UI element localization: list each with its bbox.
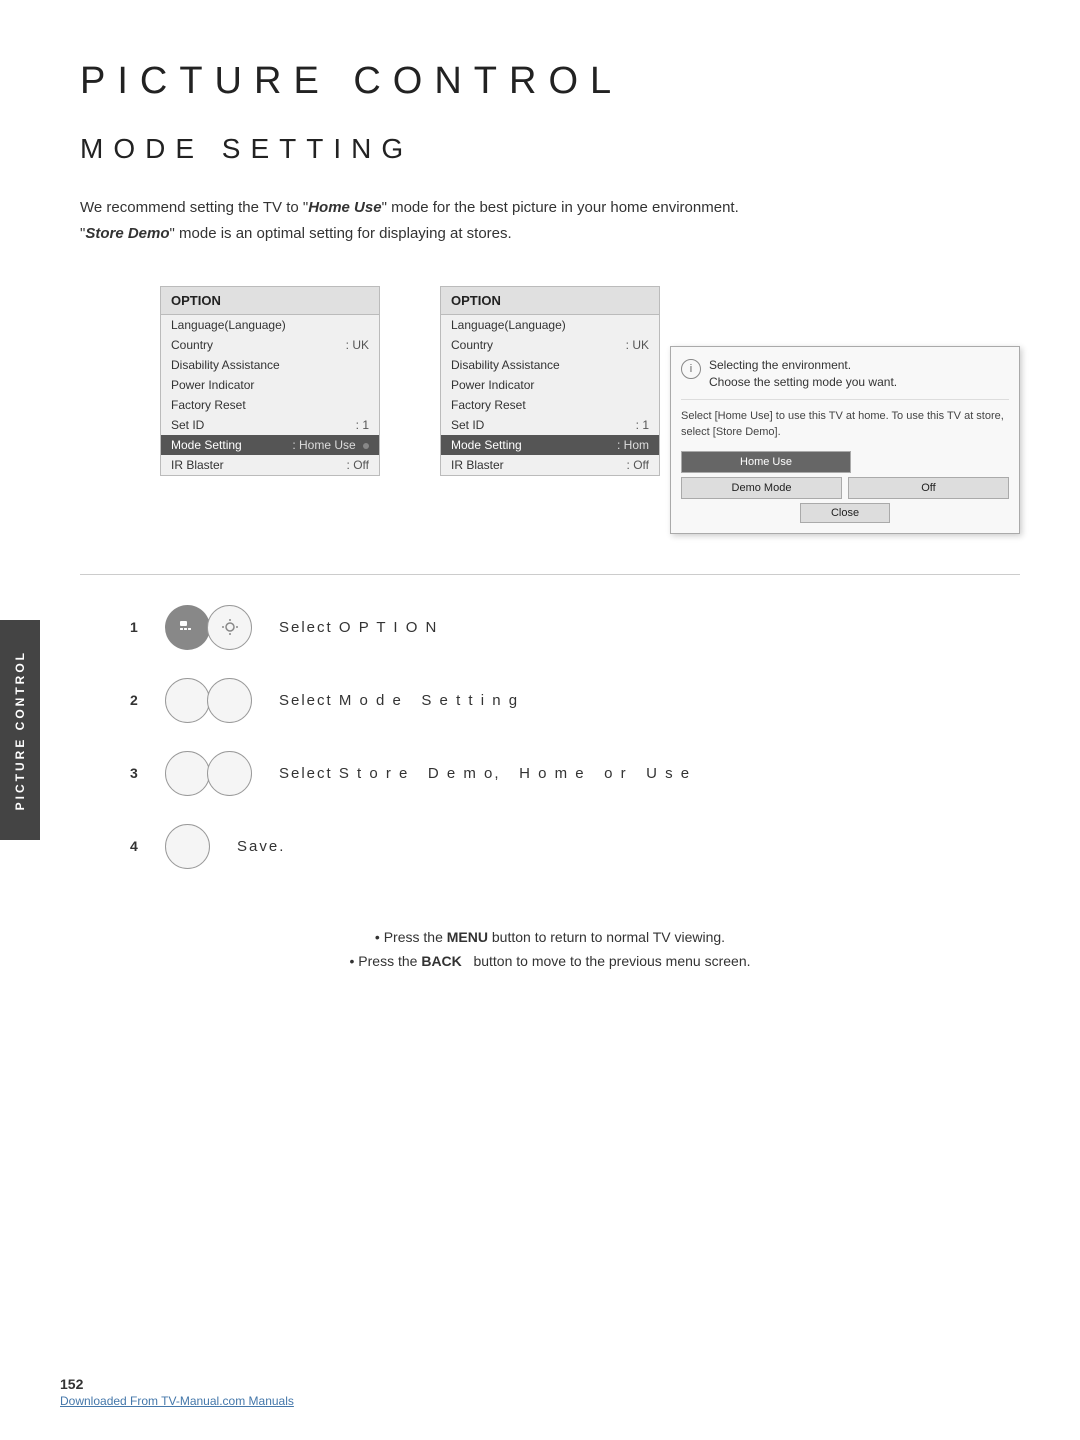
step-3-text: Select S t o r e D e m o, H o m e o r U …	[279, 765, 691, 782]
step-2-text: Select M o d e S e t t i n g	[279, 692, 519, 709]
step-3-number: 3	[130, 765, 145, 781]
step-1-text: Select O P T I O N	[279, 619, 438, 636]
intro-line2: "Store Demo" mode is an optimal setting …	[80, 221, 1020, 247]
menu-right-row-3: Power Indicator	[441, 375, 659, 395]
section-title: MODE SETTING	[80, 133, 1020, 165]
menus-area: OPTION Language(Language) Country: UK Di…	[160, 286, 1020, 534]
step-4-circles	[165, 824, 202, 869]
menu-left-row-4: Factory Reset	[161, 395, 379, 415]
menu-left-row-6: Mode Setting : Home Use	[161, 435, 379, 455]
note-2: • Press the BACK button to move to the p…	[80, 953, 1020, 969]
step-2-btn2[interactable]	[207, 678, 252, 723]
step-2-row: 2 Select M o d e S e t t i n g	[130, 678, 1020, 723]
menu-left-row-5: Set ID: 1	[161, 415, 379, 435]
menu-right-row-2: Disability Assistance	[441, 355, 659, 375]
menu-right-row-5: Set ID: 1	[441, 415, 659, 435]
intro-suffix2: " mode is an optimal setting for display…	[170, 225, 512, 242]
intro-highlight1: Home Use	[308, 199, 381, 216]
step-1-number: 1	[130, 619, 145, 635]
demo-mode-button[interactable]: Demo Mode	[681, 477, 842, 499]
step-4-btn1[interactable]	[165, 824, 210, 869]
menu-left-row-7: IR Blaster: Off	[161, 455, 379, 475]
side-label: PICTURE CONTROL	[0, 620, 40, 840]
step-2-number: 2	[130, 692, 145, 708]
step-2-circles	[165, 678, 244, 723]
step-1-btn2[interactable]	[207, 605, 252, 650]
menu-right-with-popup: OPTION Language(Language) Country: UK Di…	[440, 286, 1020, 534]
step-3-btn1[interactable]	[165, 751, 210, 796]
popup-header-text: Selecting the environment. Choose the se…	[709, 357, 897, 391]
option-menu-left: OPTION Language(Language) Country: UK Di…	[160, 286, 380, 476]
popup-home-row: Home Use	[681, 451, 1009, 473]
page-number: 152	[60, 1376, 1020, 1392]
popup-dialog: i Selecting the environment. Choose the …	[670, 346, 1020, 534]
menu-left: OPTION Language(Language) Country: UK Di…	[160, 286, 380, 534]
intro-highlight2: Store Demo	[85, 225, 169, 242]
step-3-row: 3 Select S t o r e D e m o, H o m e o r …	[130, 751, 1020, 796]
home-use-button[interactable]: Home Use	[681, 451, 851, 473]
close-button[interactable]: Close	[800, 503, 890, 523]
menu-left-row-1: Country: UK	[161, 335, 379, 355]
section-divider	[80, 574, 1020, 575]
popup-header2: Choose the setting mode you want.	[709, 374, 897, 391]
menu-right-row-7: IR Blaster: Off	[441, 455, 659, 475]
step-1-circles	[165, 605, 244, 650]
intro-suffix1: " mode for the best picture in your home…	[382, 199, 739, 216]
demo-mode-value[interactable]: Off	[848, 477, 1009, 499]
step-2-btn1[interactable]	[165, 678, 210, 723]
menu-left-row-2: Disability Assistance	[161, 355, 379, 375]
menu-right-row-1: Country: UK	[441, 335, 659, 355]
popup-close-row: Close	[681, 503, 1009, 523]
popup-description: Select [Home Use] to use this TV at home…	[681, 408, 1009, 441]
step-3-btn2[interactable]	[207, 751, 252, 796]
intro-prefix1: We recommend setting the TV to "	[80, 199, 308, 216]
option-menu-right: OPTION Language(Language) Country: UK Di…	[440, 286, 660, 476]
notes-area: • Press the MENU button to return to nor…	[80, 929, 1020, 969]
step-4-number: 4	[130, 838, 145, 854]
side-label-text: PICTURE CONTROL	[13, 650, 27, 810]
menu-right-row-6: Mode Setting : Hom	[441, 435, 659, 455]
menu-right-row-4: Factory Reset	[441, 395, 659, 415]
step-1-row: 1	[130, 605, 1020, 650]
menu-right-title: OPTION	[441, 287, 659, 315]
menu-left-title: OPTION	[161, 287, 379, 315]
step-4-row: 4 Save.	[130, 824, 1020, 869]
footer-link[interactable]: Downloaded From TV-Manual.com Manuals	[60, 1394, 294, 1408]
footer: 152 Downloaded From TV-Manual.com Manual…	[60, 1376, 1020, 1410]
step-3-circles	[165, 751, 244, 796]
info-icon: i	[681, 359, 701, 379]
popup-header: i Selecting the environment. Choose the …	[681, 357, 1009, 400]
step-1-btn1[interactable]	[165, 605, 210, 650]
intro-text: We recommend setting the TV to "Home Use…	[80, 195, 1020, 246]
page-container: PICTURE CONTROL PICTURE CONTROL MODE SET…	[0, 0, 1080, 1440]
intro-line1: We recommend setting the TV to "Home Use…	[80, 195, 1020, 221]
menu-left-row-3: Power Indicator	[161, 375, 379, 395]
steps-area: 1	[130, 605, 1020, 869]
popup-header1: Selecting the environment.	[709, 357, 897, 374]
menu-left-row-0: Language(Language)	[161, 315, 379, 335]
popup-demo-row: Demo Mode Off	[681, 477, 1009, 499]
main-title: PICTURE CONTROL	[80, 60, 1020, 103]
step-4-text: Save.	[237, 838, 285, 855]
menu-right-row-0: Language(Language)	[441, 315, 659, 335]
note-1: • Press the MENU button to return to nor…	[80, 929, 1020, 945]
